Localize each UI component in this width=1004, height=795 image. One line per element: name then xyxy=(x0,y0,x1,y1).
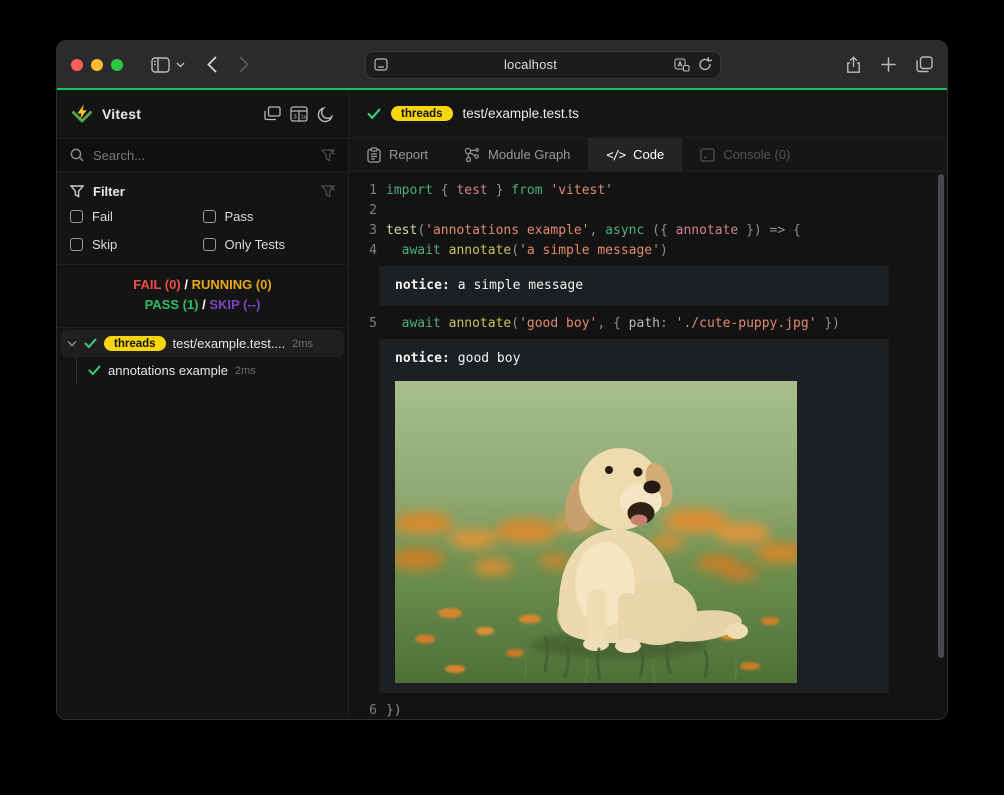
stacked-panels-icon[interactable] xyxy=(264,106,281,122)
code-line: 1import { test } from 'vitest' xyxy=(349,181,947,201)
code-text: test('annotations example', async ({ ann… xyxy=(377,221,801,241)
code-line: 2 xyxy=(349,201,947,221)
filter-checkbox-only-tests[interactable]: Only Tests xyxy=(203,237,336,252)
funnel-icon xyxy=(70,185,84,198)
test-duration: 2ms xyxy=(292,338,313,350)
code-text: await annotate('good boy', { path: './cu… xyxy=(377,314,840,334)
filter-title: Filter xyxy=(93,184,125,199)
dashboard-icon[interactable]: 3 1s xyxy=(290,106,308,122)
line-number: 6 xyxy=(349,701,377,719)
tab-report[interactable]: Report xyxy=(349,138,446,171)
url-text: localhost xyxy=(388,57,674,72)
clear-filter-icon[interactable] xyxy=(321,185,335,198)
sidebar-toggle-icon[interactable] xyxy=(151,57,170,73)
svg-text:1s: 1s xyxy=(301,115,307,121)
line-number: 5 xyxy=(349,314,377,334)
pool-badge: threads xyxy=(104,336,166,351)
test-file-row[interactable]: threads test/example.test.... 2ms xyxy=(61,330,344,357)
view-tabs: Report Module Graph </> Code xyxy=(349,138,947,172)
back-button[interactable] xyxy=(207,56,217,73)
test-case-row[interactable]: annotations example 2ms xyxy=(61,357,344,384)
filter-checkbox-skip[interactable]: Skip xyxy=(70,237,203,252)
tree-indent-guide xyxy=(76,357,77,384)
theme-toggle-moon-icon[interactable] xyxy=(317,106,334,123)
code-block: 5 await annotate('good boy', { path: './… xyxy=(349,314,947,334)
code-text xyxy=(377,201,386,221)
tab-console[interactable]: Console (0) xyxy=(682,138,808,171)
test-tree: threads test/example.test.... 2ms annota… xyxy=(57,328,348,386)
new-tab-icon[interactable] xyxy=(881,56,896,74)
open-file-name: test/example.test.ts xyxy=(463,106,579,121)
tab-module-graph[interactable]: Module Graph xyxy=(446,138,588,171)
code-text: }) xyxy=(377,701,402,719)
tab-code[interactable]: </> Code xyxy=(588,138,682,171)
test-file-name: test/example.test.... xyxy=(173,336,286,351)
sidebar-header: Vitest 3 1s xyxy=(57,90,348,138)
main-pane: threads test/example.test.ts Report xyxy=(349,90,947,719)
code-block: 1import { test } from 'vitest'23test('an… xyxy=(349,181,947,261)
pass-check-icon xyxy=(367,108,381,120)
close-window-button[interactable] xyxy=(71,59,83,71)
checkbox[interactable] xyxy=(70,210,83,223)
pool-badge: threads xyxy=(391,106,453,121)
code-text: import { test } from 'vitest' xyxy=(377,181,613,201)
sidebar-menu-chevron-icon[interactable] xyxy=(176,62,185,68)
tab-overview-icon[interactable] xyxy=(916,56,933,74)
share-icon[interactable] xyxy=(846,56,861,74)
translate-icon[interactable] xyxy=(674,58,690,72)
search-bar xyxy=(57,138,348,172)
test-case-name: annotations example xyxy=(108,363,228,378)
search-input[interactable] xyxy=(93,148,312,163)
puppy-attachment-image xyxy=(395,381,797,683)
skip-count: SKIP (--) xyxy=(209,297,260,312)
code-block: 6}) xyxy=(349,701,947,719)
pass-count: PASS (1) xyxy=(145,297,199,312)
line-number: 4 xyxy=(349,241,377,261)
checkbox[interactable] xyxy=(70,238,83,251)
pass-check-icon xyxy=(88,365,101,376)
app-title: Vitest xyxy=(102,106,141,122)
search-icon xyxy=(70,148,84,162)
file-header: threads test/example.test.ts xyxy=(349,90,947,138)
filter-checkbox-pass[interactable]: Pass xyxy=(203,209,336,224)
checkbox[interactable] xyxy=(203,238,216,251)
forward-button[interactable] xyxy=(239,56,249,73)
zoom-window-button[interactable] xyxy=(111,59,123,71)
clear-search-filter-icon[interactable] xyxy=(321,149,335,162)
test-duration: 2ms xyxy=(235,365,256,377)
code-line: 3test('annotations example', async ({ an… xyxy=(349,221,947,241)
line-number: 1 xyxy=(349,181,377,201)
editor-scrollbar[interactable] xyxy=(938,174,944,658)
filter-checkbox-fail[interactable]: Fail xyxy=(70,209,203,224)
svg-text:3: 3 xyxy=(293,115,297,121)
minimize-window-button[interactable] xyxy=(91,59,103,71)
code-line: 4 await annotate('a simple message') xyxy=(349,241,947,261)
pass-check-icon xyxy=(84,338,97,349)
browser-window: localhost xyxy=(56,40,948,720)
address-bar[interactable]: localhost xyxy=(365,51,721,79)
line-number: 2 xyxy=(349,201,377,221)
code-editor[interactable]: 1import { test } from 'vitest'23test('an… xyxy=(349,172,947,719)
code-line: 5 await annotate('good boy', { path: './… xyxy=(349,314,947,334)
vitest-logo xyxy=(71,103,93,125)
code-text: await annotate('a simple message') xyxy=(377,241,668,261)
vitest-sidebar: Vitest 3 1s xyxy=(57,90,349,719)
browser-titlebar: localhost xyxy=(57,41,947,88)
code-icon: </> xyxy=(606,148,625,162)
annotation-notice-with-image: notice:good boy xyxy=(379,339,889,693)
chevron-down-icon[interactable] xyxy=(67,340,77,347)
website-icon xyxy=(374,58,388,71)
test-summary: FAIL (0) / RUNNING (0) PASS (1) / SKIP (… xyxy=(57,265,348,328)
annotation-notice: notice:a simple message xyxy=(379,266,889,306)
fail-count: FAIL (0) xyxy=(133,277,180,292)
reload-icon[interactable] xyxy=(698,57,712,72)
checkbox[interactable] xyxy=(203,210,216,223)
traffic-lights xyxy=(71,59,123,71)
line-number: 3 xyxy=(349,221,377,241)
filter-section: Filter Fail Pass xyxy=(57,172,348,265)
running-count: RUNNING (0) xyxy=(192,277,272,292)
code-line: 6}) xyxy=(349,701,947,719)
